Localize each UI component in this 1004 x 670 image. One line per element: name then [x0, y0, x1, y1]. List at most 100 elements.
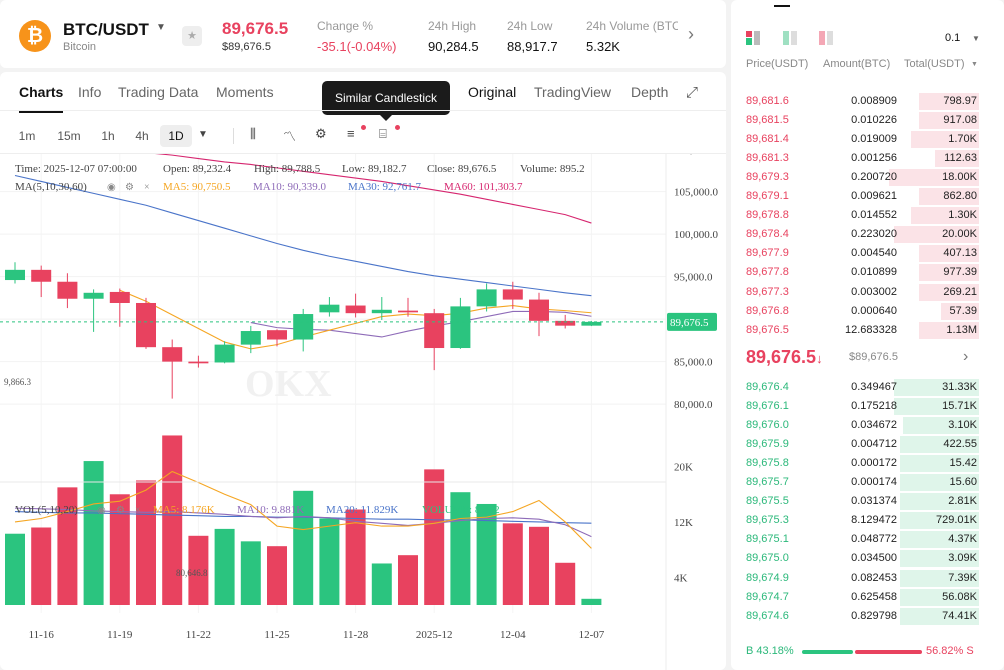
- bid-price: 89,675.9: [746, 438, 789, 451]
- book-both-icon[interactable]: [746, 31, 760, 45]
- tab-info[interactable]: Info: [78, 84, 101, 100]
- ask-row[interactable]: 89,677.3 0.003002 269.21: [731, 283, 1004, 302]
- drawing-tools-icon[interactable]: ≡: [347, 126, 355, 141]
- bid-row[interactable]: 89,676.0 0.034672 3.10K: [731, 416, 1004, 435]
- close-icon[interactable]: ×: [144, 182, 150, 193]
- bid-total: 4.37K: [948, 533, 977, 546]
- candlestick-chart[interactable]: OKX 115,000.0110,000.0105,000.0100,000.0…: [0, 154, 726, 670]
- favorite-star-icon[interactable]: ★: [182, 26, 202, 46]
- indicator-icon[interactable]: 〽: [283, 126, 296, 145]
- candle-body[interactable]: [319, 304, 340, 313]
- candle-body[interactable]: [398, 310, 418, 313]
- vol-eye-icon[interactable]: ◉: [97, 505, 106, 516]
- precision-caret-icon[interactable]: ▼: [972, 34, 980, 43]
- bid-row[interactable]: 89,675.1 0.048772 4.37K: [731, 530, 1004, 549]
- candle-body[interactable]: [57, 281, 78, 299]
- timeframe-15m[interactable]: 15m: [52, 125, 86, 147]
- chevron-down-icon[interactable]: ▼: [156, 22, 166, 33]
- bid-row[interactable]: 89,675.7 0.000174 15.60: [731, 473, 1004, 492]
- timeframe-1h[interactable]: 1h: [93, 125, 123, 147]
- ask-total: 269.21: [943, 285, 977, 298]
- vol-tick-label: 4K: [674, 572, 688, 584]
- volume-label: 24h Volume (BTC): [586, 19, 678, 33]
- change-stat: Change % -35.1(-0.04%): [317, 19, 396, 54]
- ask-price: 89,678.8: [746, 209, 789, 222]
- bid-row[interactable]: 89,676.1 0.175218 15.71K: [731, 397, 1004, 416]
- candle-body[interactable]: [293, 314, 314, 340]
- candle-body[interactable]: [109, 291, 130, 303]
- timeframe-dropdown-icon[interactable]: ▼: [198, 129, 208, 140]
- tab-original[interactable]: Original: [468, 84, 516, 100]
- vol-gear-icon[interactable]: ⚙: [116, 505, 125, 516]
- ask-row[interactable]: 89,681.5 0.010226 917.08: [731, 111, 1004, 130]
- precision-selector[interactable]: 0.1: [945, 32, 960, 44]
- candle-body[interactable]: [502, 289, 523, 300]
- bid-row[interactable]: 89,675.5 0.031374 2.81K: [731, 492, 1004, 511]
- ask-row[interactable]: 89,676.8 0.000640 57.39: [731, 302, 1004, 321]
- chevron-right-icon[interactable]: ›: [688, 24, 694, 45]
- ask-row[interactable]: 89,679.3 0.200720 18.00K: [731, 168, 1004, 187]
- ask-row[interactable]: 89,679.1 0.009621 862.80: [731, 187, 1004, 206]
- candle-body[interactable]: [162, 347, 183, 362]
- tab-trading-data[interactable]: Trading Data: [118, 84, 198, 100]
- ask-price: 89,677.9: [746, 247, 789, 260]
- tab-charts[interactable]: Charts: [19, 84, 64, 113]
- candle-body[interactable]: [371, 309, 392, 314]
- bid-price: 89,674.9: [746, 571, 789, 584]
- ask-row[interactable]: 89,677.9 0.004540 407.13: [731, 244, 1004, 263]
- candle-body[interactable]: [214, 344, 235, 363]
- tab-moments[interactable]: Moments: [216, 84, 274, 100]
- bid-row[interactable]: 89,676.4 0.349467 31.33K: [731, 378, 1004, 397]
- tab-tradingview[interactable]: TradingView: [534, 84, 611, 100]
- ask-price: 89,677.8: [746, 266, 789, 279]
- candle-body[interactable]: [345, 305, 366, 314]
- fullscreen-icon[interactable]: ⤢: [686, 84, 698, 101]
- ask-row[interactable]: 89,681.6 0.008909 798.97: [731, 92, 1004, 111]
- settings-sliders-icon[interactable]: ⚙: [315, 126, 327, 142]
- ask-row[interactable]: 89,681.3 0.001256 112.63: [731, 149, 1004, 168]
- volume-bar: [162, 435, 183, 605]
- bid-row[interactable]: 89,675.0 0.034500 3.09K: [731, 549, 1004, 568]
- candle-type-icon[interactable]: ⫼: [250, 126, 256, 142]
- candle-body[interactable]: [136, 302, 156, 348]
- gear-icon[interactable]: ⚙: [125, 182, 134, 193]
- timeframe-1m[interactable]: 1m: [12, 125, 42, 147]
- candle-body[interactable]: [529, 299, 549, 321]
- book-asks-icon[interactable]: [819, 31, 833, 45]
- candle-body[interactable]: [267, 330, 287, 340]
- timeframe-4h[interactable]: 4h: [127, 125, 157, 147]
- timeframe-1d[interactable]: 1D: [160, 125, 192, 147]
- candle-body[interactable]: [424, 313, 445, 349]
- vol-close-icon[interactable]: ×: [135, 505, 141, 516]
- candle-body[interactable]: [581, 321, 602, 326]
- bid-row[interactable]: 89,675.3 8.129472 729.01K: [731, 511, 1004, 530]
- candle-body[interactable]: [450, 306, 471, 349]
- bid-row[interactable]: 89,674.7 0.625458 56.08K: [731, 588, 1004, 607]
- candle-body[interactable]: [188, 361, 209, 364]
- book-bids-icon[interactable]: [783, 31, 797, 45]
- bid-row[interactable]: 89,675.8 0.000172 15.42: [731, 454, 1004, 473]
- eye-icon[interactable]: ◉: [107, 182, 116, 193]
- ask-row[interactable]: 89,676.5 12.683328 1.13M: [731, 321, 1004, 340]
- ask-row[interactable]: 89,681.4 0.019009 1.70K: [731, 130, 1004, 149]
- symbol-selector[interactable]: BTC/USDT: [63, 20, 149, 40]
- y-tick-label: 110,000.0: [674, 154, 718, 156]
- ask-row[interactable]: 89,678.8 0.014552 1.30K: [731, 206, 1004, 225]
- tab-depth[interactable]: Depth: [631, 84, 668, 100]
- candle-body[interactable]: [5, 269, 25, 281]
- ask-row[interactable]: 89,678.4 0.223020 20.00K: [731, 225, 1004, 244]
- bid-row[interactable]: 89,674.6 0.829798 74.41K: [731, 607, 1004, 626]
- ask-row[interactable]: 89,677.8 0.010899 977.39: [731, 263, 1004, 282]
- candle-body[interactable]: [240, 331, 261, 345]
- candle-body[interactable]: [31, 269, 52, 282]
- candle-body[interactable]: [476, 289, 497, 307]
- total-dropdown-icon[interactable]: ▼: [971, 61, 978, 68]
- ask-total: 57.39: [949, 304, 977, 317]
- min-marker: 80,646.8: [176, 568, 208, 578]
- bid-row[interactable]: 89,675.9 0.004712 422.55: [731, 435, 1004, 454]
- bid-row[interactable]: 89,674.9 0.082453 7.39K: [731, 569, 1004, 588]
- sell-ratio: 56.82% S: [926, 645, 974, 657]
- similar-candlestick-icon[interactable]: ⌸: [379, 126, 387, 142]
- candle-body[interactable]: [83, 292, 104, 299]
- chevron-right-icon[interactable]: ›: [963, 348, 968, 366]
